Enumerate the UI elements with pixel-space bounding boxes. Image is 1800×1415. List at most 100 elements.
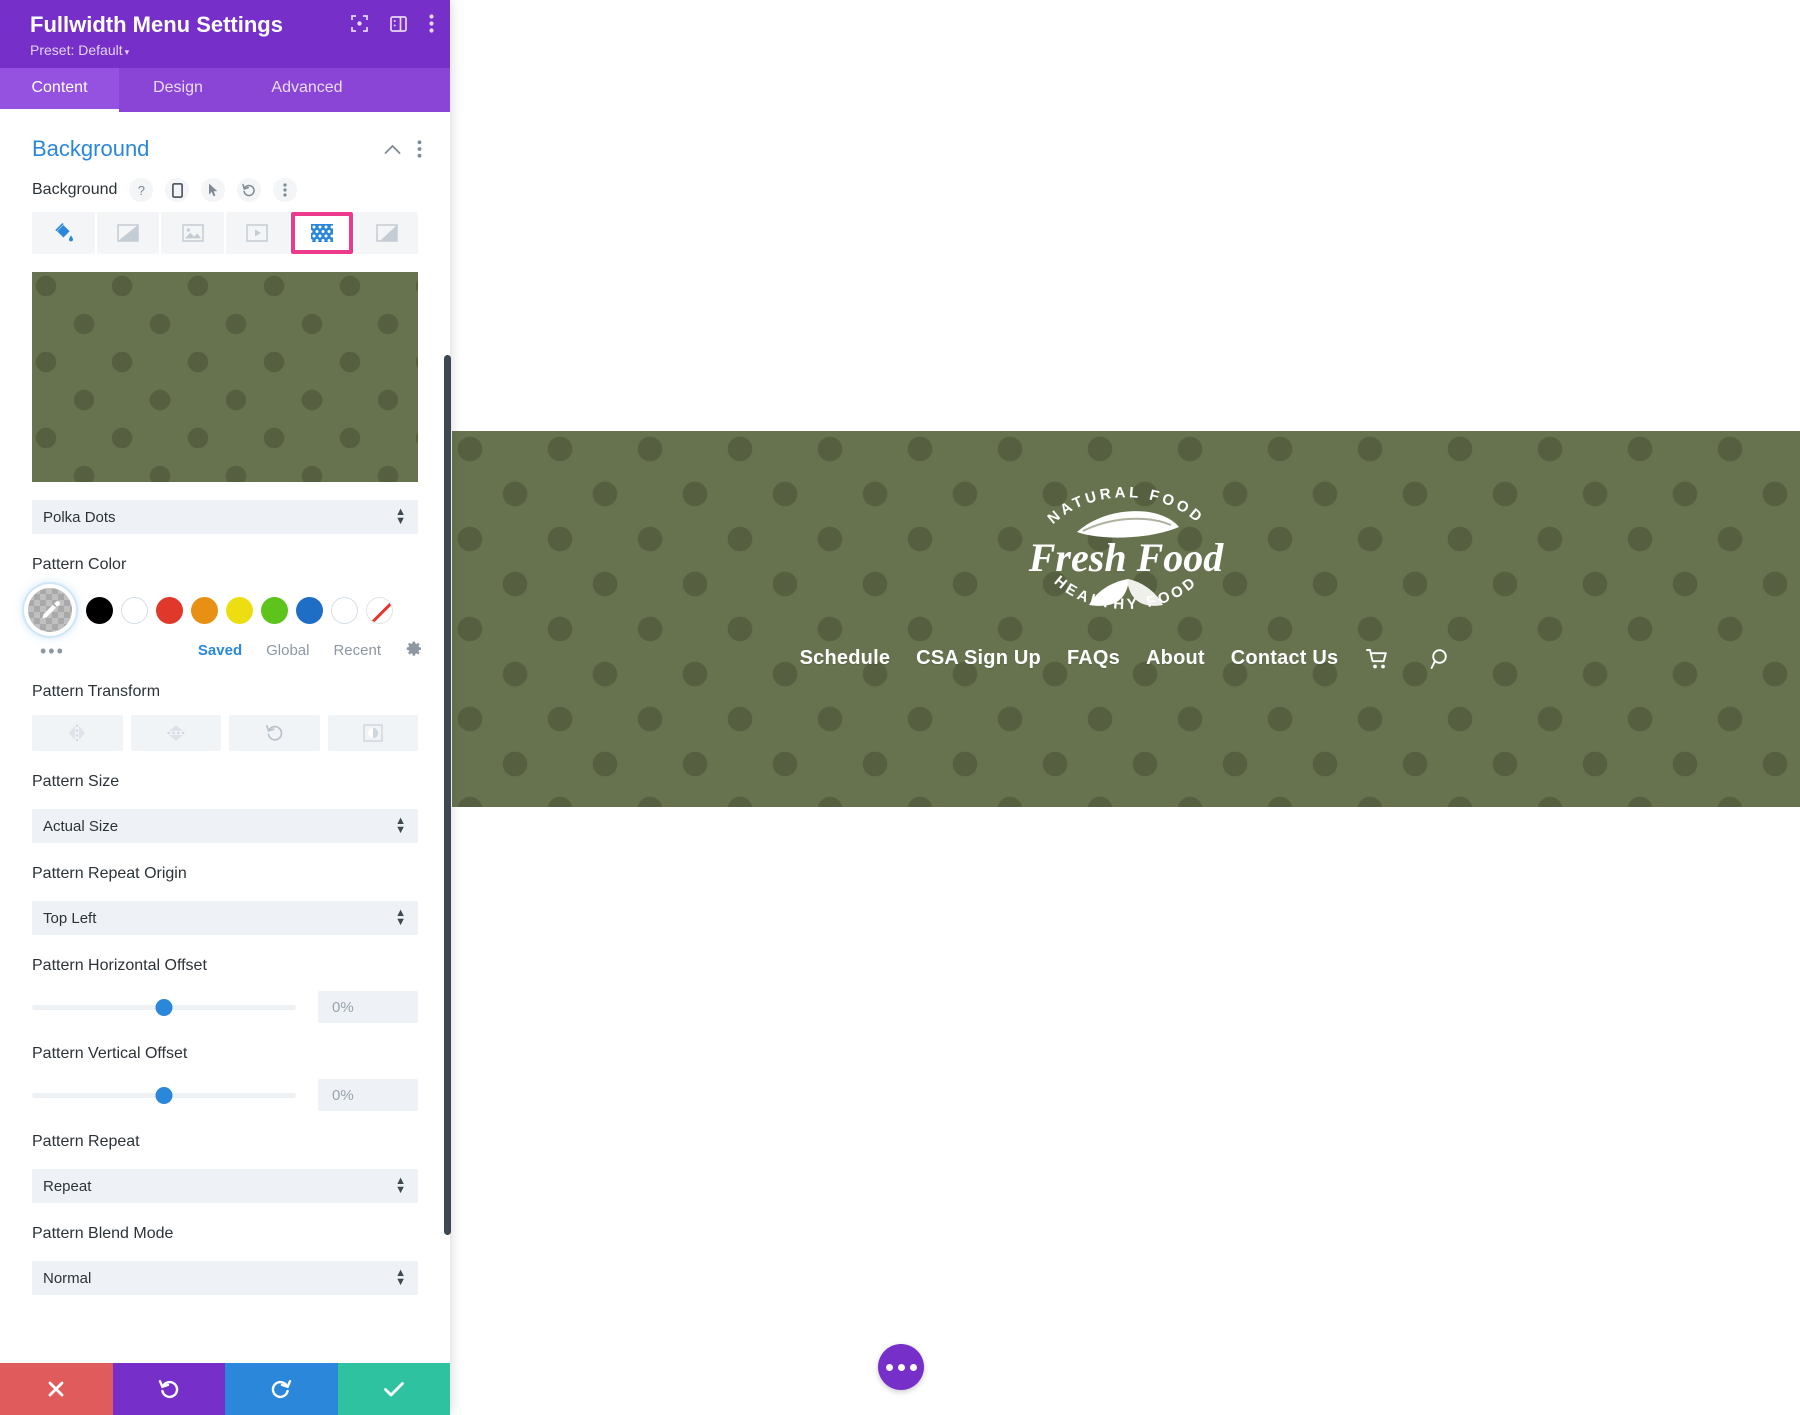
chevron-up-icon[interactable]	[384, 144, 401, 155]
pattern-color-label: Pattern Color	[32, 556, 418, 574]
pattern-transform-label: Pattern Transform	[32, 683, 418, 701]
rotate-icon[interactable]	[229, 715, 320, 751]
svg-text:Fresh Food: Fresh Food	[1028, 535, 1224, 580]
flip-vertical-icon[interactable]	[131, 715, 222, 751]
focus-icon[interactable]	[351, 15, 368, 32]
background-field-header: Background ?	[0, 172, 450, 202]
pattern-vertical-offset-input[interactable]: 0%	[318, 1079, 418, 1111]
pattern-blend-mode-label: Pattern Blend Mode	[32, 1225, 418, 1243]
ellipsis-dot	[910, 1364, 917, 1371]
search-icon[interactable]	[1430, 648, 1452, 670]
panel-body: Background	[0, 112, 450, 1363]
undo-button[interactable]	[113, 1363, 226, 1415]
pattern-repeat-origin-label: Pattern Repeat Origin	[32, 865, 418, 883]
main-navigation: Schedule CSA Sign Up FAQs About Contact …	[800, 647, 1453, 670]
swatch-orange[interactable]	[191, 597, 218, 624]
color-tab-global[interactable]: Global	[266, 642, 309, 659]
tab-design[interactable]: Design	[119, 68, 237, 112]
nav-item-csa-sign-up[interactable]: CSA Sign Up	[916, 647, 1041, 670]
swatch-white[interactable]	[121, 597, 148, 624]
pattern-vertical-offset-row: 0%	[32, 1079, 418, 1111]
background-type-gradient[interactable]	[97, 212, 160, 254]
layout-panel-icon[interactable]	[390, 16, 407, 32]
pattern-horizontal-offset-label: Pattern Horizontal Offset	[32, 957, 418, 975]
color-meta-row: ••• Saved Global Recent	[40, 640, 422, 661]
color-picker-button[interactable]	[28, 588, 72, 632]
pattern-repeat-label: Pattern Repeat	[32, 1133, 418, 1151]
hover-icon[interactable]	[201, 178, 225, 202]
pattern-horizontal-offset-slider[interactable]	[32, 997, 296, 1017]
background-type-pattern[interactable]	[291, 212, 354, 254]
pattern-style-value: Polka Dots	[43, 509, 116, 526]
pattern-preview[interactable]	[32, 272, 418, 482]
color-tab-recent[interactable]: Recent	[333, 642, 381, 659]
tab-content[interactable]: Content	[0, 68, 119, 112]
preset-label: Preset: Default	[30, 42, 123, 58]
more-colors-button[interactable]: •••	[40, 646, 65, 656]
cancel-button[interactable]	[0, 1363, 113, 1415]
pattern-size-label: Pattern Size	[32, 773, 418, 791]
ellipsis-dot	[898, 1364, 905, 1371]
preset-selector[interactable]: Preset: Default▾	[30, 42, 432, 58]
tab-advanced[interactable]: Advanced	[237, 68, 377, 112]
nav-item-faqs[interactable]: FAQs	[1067, 647, 1120, 670]
pattern-repeat-origin-select[interactable]: Top Left ▲▼	[32, 901, 418, 935]
swatch-blue[interactable]	[296, 597, 323, 624]
gear-icon[interactable]	[405, 640, 422, 661]
panel-scrollbar-thumb[interactable]	[444, 355, 451, 1235]
slider-knob[interactable]	[156, 1087, 173, 1104]
pattern-vertical-offset-label: Pattern Vertical Offset	[32, 1045, 418, 1063]
fullwidth-menu-banner[interactable]: NATURAL FOOD Fresh Food HEALTHY FOOD	[452, 431, 1800, 807]
background-type-image[interactable]	[161, 212, 224, 254]
save-button[interactable]	[338, 1363, 451, 1415]
swatch-yellow[interactable]	[226, 597, 253, 624]
swatch-white-2[interactable]	[331, 597, 358, 624]
pattern-size-value: Actual Size	[43, 818, 118, 835]
swatch-no-color[interactable]	[366, 597, 393, 624]
module-settings-panel: Fullwidth Menu Settings Preset: Default▾	[0, 0, 450, 1415]
pattern-transform-buttons	[32, 715, 418, 751]
pattern-size-select[interactable]: Actual Size ▲▼	[32, 809, 418, 843]
invert-icon[interactable]	[328, 715, 419, 751]
page-settings-button[interactable]	[878, 1344, 924, 1390]
nav-item-schedule[interactable]: Schedule	[800, 647, 891, 670]
settings-tabs: Content Design Advanced	[0, 68, 450, 112]
screen: NATURAL FOOD Fresh Food HEALTHY FOOD	[0, 0, 1800, 1415]
pattern-repeat-select[interactable]: Repeat ▲▼	[32, 1169, 418, 1203]
pattern-vertical-offset-slider[interactable]	[32, 1085, 296, 1105]
pattern-color-swatches	[28, 588, 418, 632]
flip-horizontal-icon[interactable]	[32, 715, 123, 751]
color-tab-saved[interactable]: Saved	[198, 642, 242, 659]
swatch-red[interactable]	[156, 597, 183, 624]
pattern-horizontal-offset-row: 0%	[32, 991, 418, 1023]
background-type-video[interactable]	[226, 212, 289, 254]
chevron-down-icon: ▾	[125, 47, 130, 57]
kebab-menu-icon[interactable]	[273, 178, 297, 202]
redo-button[interactable]	[225, 1363, 338, 1415]
nav-item-about[interactable]: About	[1146, 647, 1205, 670]
panel-footer	[0, 1363, 450, 1415]
cart-icon[interactable]	[1366, 648, 1390, 670]
stepper-arrows-icon: ▲▼	[395, 817, 406, 835]
stepper-arrows-icon: ▲▼	[395, 1269, 406, 1287]
pattern-blend-mode-select[interactable]: Normal ▲▼	[32, 1261, 418, 1295]
slider-knob[interactable]	[156, 999, 173, 1016]
background-type-mask[interactable]	[355, 212, 418, 254]
background-field-label: Background	[32, 181, 117, 199]
swatch-green[interactable]	[261, 597, 288, 624]
background-section-header: Background	[0, 112, 450, 172]
responsive-icon[interactable]	[165, 178, 189, 202]
pattern-repeat-value: Repeat	[43, 1178, 91, 1195]
help-icon[interactable]: ?	[129, 178, 153, 202]
swatch-black[interactable]	[86, 597, 113, 624]
background-type-color[interactable]	[32, 212, 95, 254]
site-logo[interactable]: NATURAL FOOD Fresh Food HEALTHY FOOD	[1011, 479, 1241, 629]
pattern-style-select[interactable]: Polka Dots ▲▼	[32, 500, 418, 534]
pattern-repeat-origin-value: Top Left	[43, 910, 96, 927]
kebab-menu-icon[interactable]	[417, 140, 422, 158]
nav-item-contact-us[interactable]: Contact Us	[1231, 647, 1339, 670]
pattern-horizontal-offset-input[interactable]: 0%	[318, 991, 418, 1023]
reset-icon[interactable]	[237, 178, 261, 202]
pattern-blend-mode-value: Normal	[43, 1270, 91, 1287]
kebab-menu-icon[interactable]	[429, 14, 434, 33]
